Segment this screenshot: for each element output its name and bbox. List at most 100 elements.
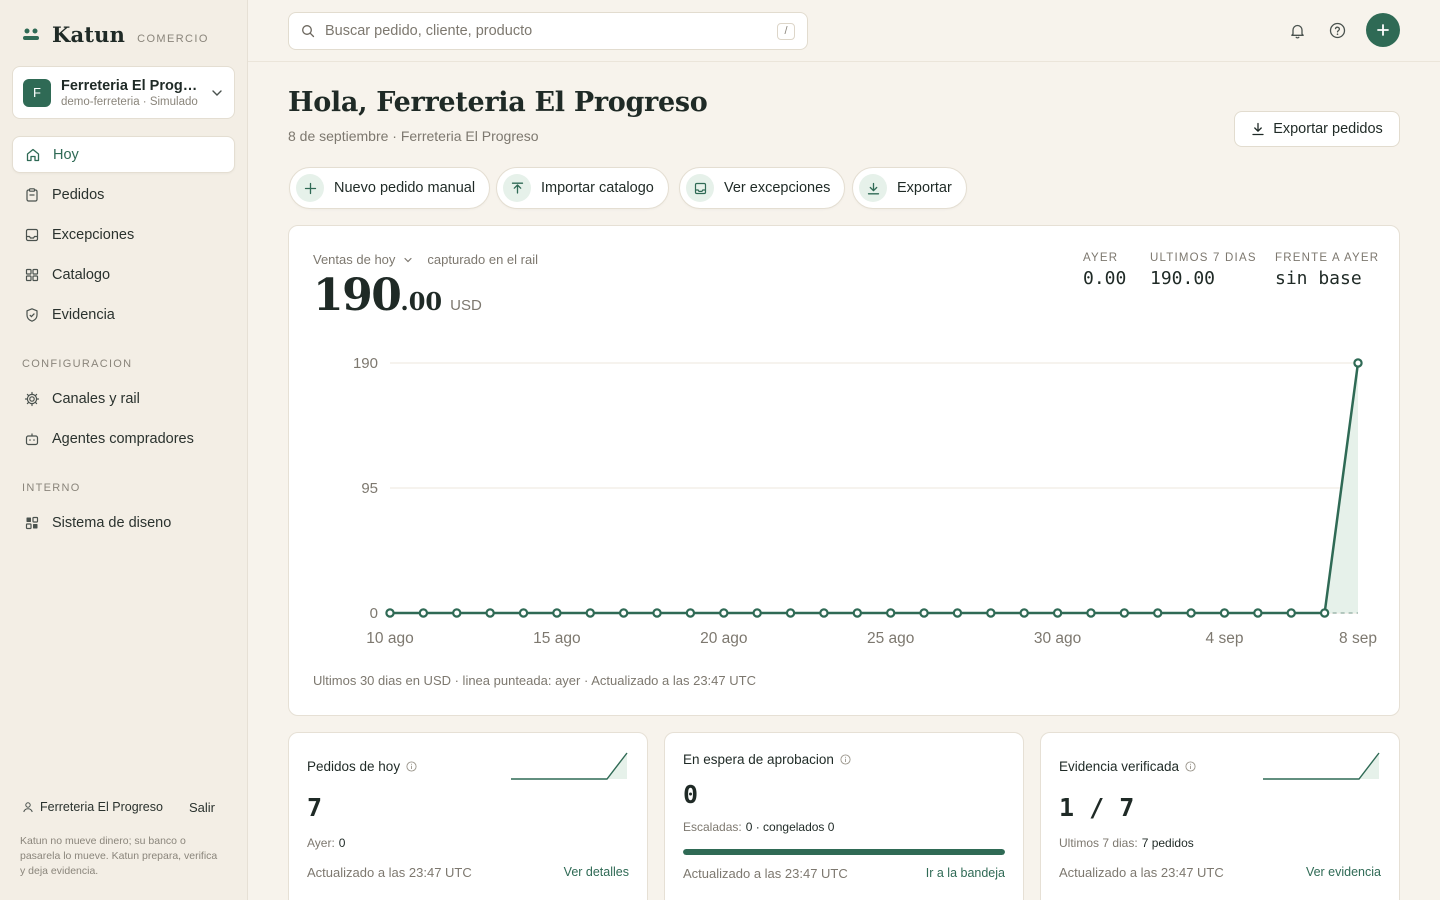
x-tick-label: 8 sep xyxy=(1339,630,1377,647)
go-to-inbox-link[interactable]: Ir a la bandeja xyxy=(926,866,1005,880)
sidebar-item-agentes[interactable]: Agentes compradores xyxy=(12,420,235,457)
plus-icon xyxy=(304,182,316,194)
help-circle-icon xyxy=(1329,22,1345,38)
data-point xyxy=(552,608,562,618)
sidebar-item-evidencia[interactable]: Evidencia xyxy=(12,296,235,333)
org-switcher[interactable]: F Ferreteria El Progreso demo-ferreteria… xyxy=(12,66,235,119)
data-point xyxy=(752,608,762,618)
data-point xyxy=(1219,608,1230,618)
quick-action-label: Exportar xyxy=(897,180,952,196)
bell-icon xyxy=(1290,24,1304,38)
export-orders-button[interactable]: Exportar pedidos xyxy=(1234,111,1400,147)
card-sub-value: 0 · congelados 0 xyxy=(745,820,835,834)
card-value: 1 / 7 xyxy=(1059,793,1135,822)
approval-progress-bar xyxy=(683,849,1005,855)
card-orders-today: Pedidos de hoy 7 Ayer: 0 Actualizado a la… xyxy=(288,732,648,900)
create-button[interactable] xyxy=(1366,13,1400,47)
org-subtitle: demo-ferreteria · Simulado xyxy=(61,95,198,108)
shield-check-icon xyxy=(26,307,38,322)
sidebar-item-label: Pedidos xyxy=(52,186,105,203)
data-point xyxy=(418,608,429,618)
x-tick-label: 20 ago xyxy=(700,630,747,647)
card-sub-value: 0 xyxy=(338,836,346,850)
sidebar: Katun COMERCIO F Ferreteria El Progreso … xyxy=(0,0,248,900)
x-tick-label: 10 ago xyxy=(366,630,413,647)
x-tick-label: 25 ago xyxy=(867,630,914,647)
data-point xyxy=(452,608,462,618)
brand-tag: COMERCIO xyxy=(137,33,209,45)
view-evidence-link[interactable]: Ver evidencia xyxy=(1306,865,1381,879)
y-tick-label: 95 xyxy=(361,480,378,497)
card-updated: Actualizado a las 23:47 UTC xyxy=(683,866,848,881)
download-icon xyxy=(867,182,879,194)
card-sub-value: 7 pedidos xyxy=(1141,836,1194,850)
logout-button[interactable]: Salir xyxy=(189,800,215,815)
card-sub-label: Ultimos 7 dias: xyxy=(1059,836,1138,850)
section-label-interno: INTERNO xyxy=(22,482,81,494)
sidebar-item-canales[interactable]: Canales y rail xyxy=(12,380,235,417)
data-point xyxy=(1319,608,1330,618)
sidebar-item-label: Catalogo xyxy=(52,266,111,283)
search-icon xyxy=(302,25,315,38)
card-updated: Actualizado a las 23:47 UTC xyxy=(307,865,472,880)
data-point xyxy=(785,608,796,618)
quick-action-view-exceptions[interactable]: Ver excepciones xyxy=(679,167,846,209)
logo-icon xyxy=(23,28,39,40)
quick-action-new-order[interactable]: Nuevo pedido manual xyxy=(289,167,491,209)
sidebar-item-label: Hoy xyxy=(53,146,79,163)
card-updated: Actualizado a las 23:47 UTC xyxy=(1059,865,1224,880)
bot-icon xyxy=(25,433,39,445)
sidebar-item-label: Evidencia xyxy=(52,306,115,323)
card-title: En espera de aprobacion xyxy=(683,752,851,767)
sidebar-item-label: Sistema de diseno xyxy=(52,514,172,531)
data-point xyxy=(585,608,595,618)
clipboard-icon xyxy=(26,187,38,202)
brand-name: Katun xyxy=(52,22,126,47)
disclaimer-note: Katun no mueve dinero; su banco o pasare… xyxy=(20,835,218,877)
quick-action-label: Nuevo pedido manual xyxy=(334,180,476,196)
data-point xyxy=(986,608,996,618)
data-point xyxy=(1052,608,1063,618)
chevron-down-icon xyxy=(212,89,222,96)
info-icon[interactable] xyxy=(1185,761,1196,772)
chart-footnote: Ultimos 30 dias en USD · linea punteada:… xyxy=(313,673,756,688)
sidebar-item-pedidos[interactable]: Pedidos xyxy=(12,176,235,213)
upload-icon xyxy=(511,182,523,194)
page-title: Hola, Ferreteria El Progreso xyxy=(288,87,708,118)
data-point xyxy=(618,608,629,618)
x-tick-label: 30 ago xyxy=(1034,630,1081,647)
card-pending-approval: En espera de aprobacion 0 Escaladas: 0 · … xyxy=(664,732,1024,900)
current-user[interactable]: Ferreteria El Progreso xyxy=(22,800,163,814)
plus-icon xyxy=(1377,24,1389,36)
search-box[interactable]: / xyxy=(288,12,808,50)
sparkline xyxy=(511,752,628,780)
data-point xyxy=(685,608,696,618)
sidebar-item-excepciones[interactable]: Excepciones xyxy=(12,216,235,253)
x-tick-label: 15 ago xyxy=(533,630,580,647)
data-point xyxy=(1119,608,1130,618)
brand[interactable]: Katun COMERCIO xyxy=(22,22,209,47)
data-point xyxy=(852,608,863,618)
page-subtitle: 8 de septiembre · Ferreteria El Progreso xyxy=(288,128,539,144)
user-icon xyxy=(23,802,33,813)
search-input[interactable] xyxy=(325,23,767,39)
notifications-button[interactable] xyxy=(1287,20,1307,40)
data-point xyxy=(1086,608,1096,618)
export-orders-label: Exportar pedidos xyxy=(1273,121,1383,137)
view-details-link[interactable]: Ver detalles xyxy=(564,865,629,879)
topbar: / xyxy=(248,0,1440,62)
card-title-text: Evidencia verificada xyxy=(1059,759,1180,774)
data-point xyxy=(485,608,495,618)
info-icon[interactable] xyxy=(840,754,851,765)
x-tick-label: 4 sep xyxy=(1206,630,1244,647)
sidebar-item-catalogo[interactable]: Catalogo xyxy=(12,256,235,293)
help-button[interactable] xyxy=(1327,20,1347,40)
quick-action-export[interactable]: Exportar xyxy=(852,167,967,209)
sidebar-item-hoy[interactable]: Hoy xyxy=(12,136,235,173)
quick-action-import-catalog[interactable]: Importar catalogo xyxy=(496,167,669,209)
org-avatar: F xyxy=(23,78,51,107)
sidebar-item-sistema-diseno[interactable]: Sistema de diseno xyxy=(12,504,235,541)
card-sub: Ultimos 7 dias: 7 pedidos xyxy=(1059,836,1194,850)
data-point xyxy=(885,608,896,618)
info-icon[interactable] xyxy=(406,761,417,772)
